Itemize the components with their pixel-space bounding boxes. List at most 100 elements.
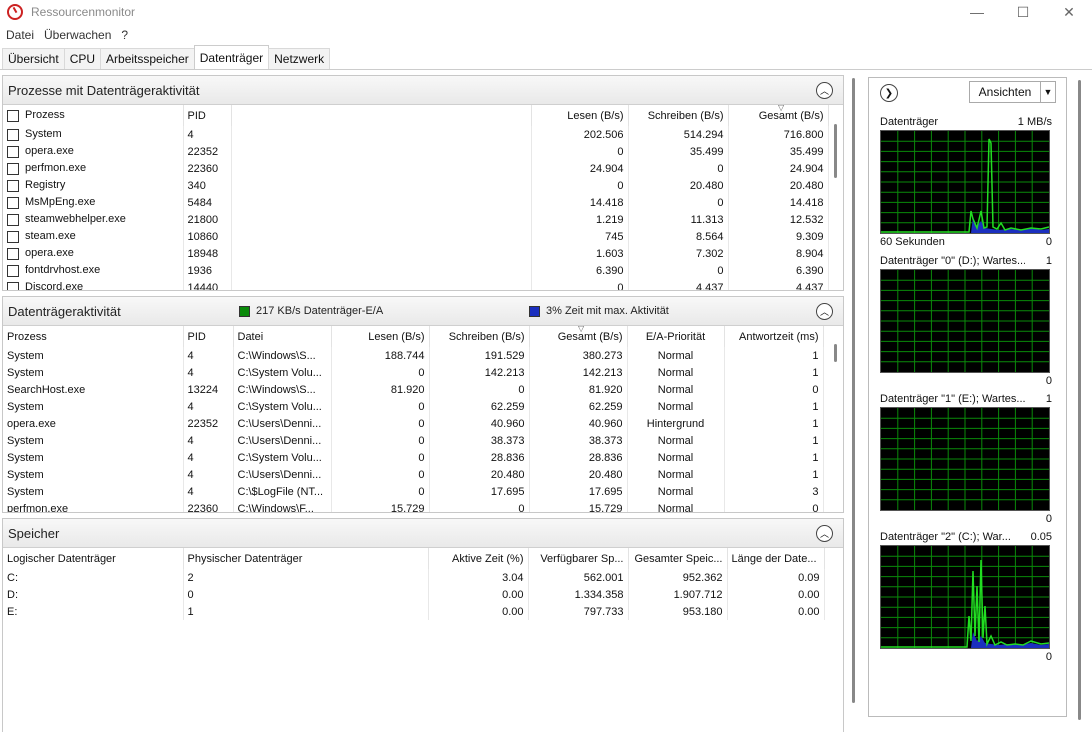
column-header[interactable]: Prozess [3, 105, 184, 126]
expand-panel-icon[interactable]: ❯ [880, 84, 898, 102]
column-header[interactable]: Datei [233, 326, 332, 347]
menu-help[interactable]: ? [121, 28, 128, 42]
column-header[interactable]: Antwortzeit (ms) [724, 326, 824, 347]
column-header[interactable]: Lesen (B/s) [331, 326, 430, 347]
table-row[interactable]: System 4 C:\$LogFile (NT... 0 17.695 17.695 No… [3, 483, 824, 500]
column-header[interactable]: Länge der Date... [727, 548, 825, 569]
views-button[interactable]: Ansichten [969, 81, 1041, 103]
column-header-label: PID [187, 109, 206, 122]
column-header[interactable]: Aktive Zeit (%) [428, 548, 529, 569]
minimize-button[interactable]: — [954, 0, 1000, 24]
select-all-checkbox[interactable] [7, 109, 19, 122]
activity-header[interactable]: Datenträgeraktivität 217 KB/s Datenträge… [3, 297, 843, 326]
tab-datentraeger[interactable]: Datenträger [193, 45, 270, 69]
column-header[interactable]: Verfügbarer Sp... [528, 548, 629, 569]
table-cell: C:\System Volu... [233, 364, 332, 381]
row-checkbox[interactable] [7, 230, 19, 243]
views-dropdown-icon[interactable]: ▼ [1040, 81, 1056, 103]
storage-header[interactable]: Speicher ︿ [3, 519, 843, 548]
maximize-button[interactable]: ☐ [1000, 0, 1046, 24]
table-cell: 81.920 [529, 381, 628, 398]
row-checkbox[interactable] [7, 281, 19, 290]
table-cell: 62.259 [529, 398, 628, 415]
column-header[interactable]: E/A-Priorität [627, 326, 725, 347]
row-checkbox[interactable] [7, 128, 19, 141]
io-legend: 217 KB/s Datenträger-E/A [239, 305, 383, 317]
column-header[interactable]: Schreiben (B/s) [429, 326, 530, 347]
table-cell: C: [3, 569, 184, 586]
table-row[interactable]: fontdrvhost.exe 1936 6.390 0 6.390 [3, 262, 829, 279]
value-cell: 24.904 [728, 160, 829, 177]
table-row[interactable]: C: 2 3.04 562.001 952.362 0.09 [3, 569, 825, 586]
graph-block: Datenträger "0" (D:); Wartes... 1 0 [880, 253, 1052, 388]
row-checkbox[interactable] [7, 162, 19, 175]
tab-netzwerk[interactable]: Netzwerk [268, 48, 331, 69]
table-cell: 22360 [183, 500, 234, 512]
table-cell: 40.960 [529, 415, 628, 432]
table-row[interactable]: System 4 C:\System Volu... 0 142.213 142.213 N… [3, 364, 824, 381]
table-cell: Normal [627, 449, 725, 466]
column-header[interactable]: Lesen (B/s) [531, 105, 629, 126]
row-checkbox[interactable] [7, 145, 19, 158]
row-checkbox[interactable] [7, 213, 19, 226]
column-header-label: Lesen (B/s) [567, 109, 624, 122]
table-row[interactable]: steam.exe 10860 745 8.564 9.309 [3, 228, 829, 245]
column-header[interactable] [231, 105, 532, 126]
table-row[interactable]: Registry 340 0 20.480 20.480 [3, 177, 829, 194]
active-time-legend-swatch [529, 305, 540, 317]
title-bar: Ressourcenmonitor — ☐ ✕ [0, 0, 1092, 24]
column-header[interactable]: PID [183, 105, 232, 126]
collapse-processes-icon[interactable]: ︿ [816, 82, 833, 99]
table-row[interactable]: opera.exe 22352 0 35.499 35.499 [3, 143, 829, 160]
menu-datei[interactable]: Datei [6, 28, 34, 42]
pid-cell: 5484 [183, 194, 232, 211]
panel-scrollbar[interactable] [1073, 70, 1087, 732]
processes-scrollbar[interactable] [834, 124, 837, 178]
processes-header[interactable]: Prozesse mit Datenträgeraktivität ︿ [3, 76, 843, 105]
column-header[interactable]: Prozess [3, 326, 184, 347]
tab-cpu[interactable]: CPU [63, 48, 102, 69]
table-row[interactable]: Discord.exe 14440 0 4.437 4.437 [3, 279, 829, 290]
column-header[interactable]: Schreiben (B/s) [628, 105, 729, 126]
close-button[interactable]: ✕ [1046, 0, 1092, 24]
storage-title: Speicher [8, 525, 60, 541]
column-header[interactable]: Logischer Datenträger [3, 548, 184, 569]
tab-uebersicht[interactable]: Übersicht [2, 48, 65, 69]
table-cell: 0 [429, 500, 530, 512]
table-row[interactable]: System 4 C:\System Volu... 0 28.836 28.836 Nor… [3, 449, 824, 466]
table-cell: 952.362 [628, 569, 728, 586]
activity-scrollbar[interactable] [834, 344, 837, 362]
column-header[interactable]: Gesamt (B/s) ▽ [529, 326, 628, 347]
row-checkbox[interactable] [7, 247, 19, 260]
column-header[interactable]: Gesamter Speic... [628, 548, 728, 569]
table-row[interactable]: perfmon.exe 22360 24.904 0 24.904 [3, 160, 829, 177]
table-row[interactable]: System 4 202.506 514.294 716.800 [3, 126, 829, 143]
collapse-storage-icon[interactable]: ︿ [816, 525, 833, 542]
table-row[interactable]: System 4 C:\Users\Denni... 0 20.480 20.480 Nor… [3, 466, 824, 483]
table-row[interactable]: opera.exe 22352 C:\Users\Denni... 0 40.960 40… [3, 415, 824, 432]
column-header[interactable]: Physischer Datenträger [183, 548, 429, 569]
row-checkbox[interactable] [7, 179, 19, 192]
table-row[interactable]: D: 0 0.00 1.334.358 1.907.712 0.00 [3, 586, 825, 603]
table-row[interactable]: perfmon.exe 22360 C:\Windows\F... 15.729 0 15… [3, 500, 824, 512]
table-row[interactable]: System 4 C:\Windows\S... 188.744 191.529 380.… [3, 347, 824, 364]
main-scrollbar[interactable] [852, 78, 855, 703]
table-row[interactable]: SearchHost.exe 13224 C:\Windows\S... 81.920… [3, 381, 824, 398]
table-row[interactable]: opera.exe 18948 1.603 7.302 8.904 [3, 245, 829, 262]
table-cell: 1 [724, 449, 824, 466]
column-header[interactable]: PID [183, 326, 234, 347]
column-header[interactable]: Gesamt (B/s) ▽ [728, 105, 829, 126]
menu-ueberwachen[interactable]: Überwachen [44, 28, 111, 42]
row-checkbox[interactable] [7, 264, 19, 277]
table-row[interactable]: MsMpEng.exe 5484 14.418 0 14.418 [3, 194, 829, 211]
table-row[interactable]: steamwebhelper.exe 21800 1.219 11.313 12.532 [3, 211, 829, 228]
value-cell: 716.800 [728, 126, 829, 143]
row-checkbox[interactable] [7, 196, 19, 209]
tab-arbeitsspeicher[interactable]: Arbeitsspeicher [100, 48, 195, 69]
collapse-activity-icon[interactable]: ︿ [816, 303, 833, 320]
table-cell: 0 [331, 415, 430, 432]
table-row[interactable]: E: 1 0.00 797.733 953.180 0.00 [3, 603, 825, 620]
process-name-cell: steamwebhelper.exe [3, 211, 184, 228]
table-row[interactable]: System 4 C:\System Volu... 0 62.259 62.259 Nor… [3, 398, 824, 415]
table-row[interactable]: System 4 C:\Users\Denni... 0 38.373 38.373 Nor… [3, 432, 824, 449]
